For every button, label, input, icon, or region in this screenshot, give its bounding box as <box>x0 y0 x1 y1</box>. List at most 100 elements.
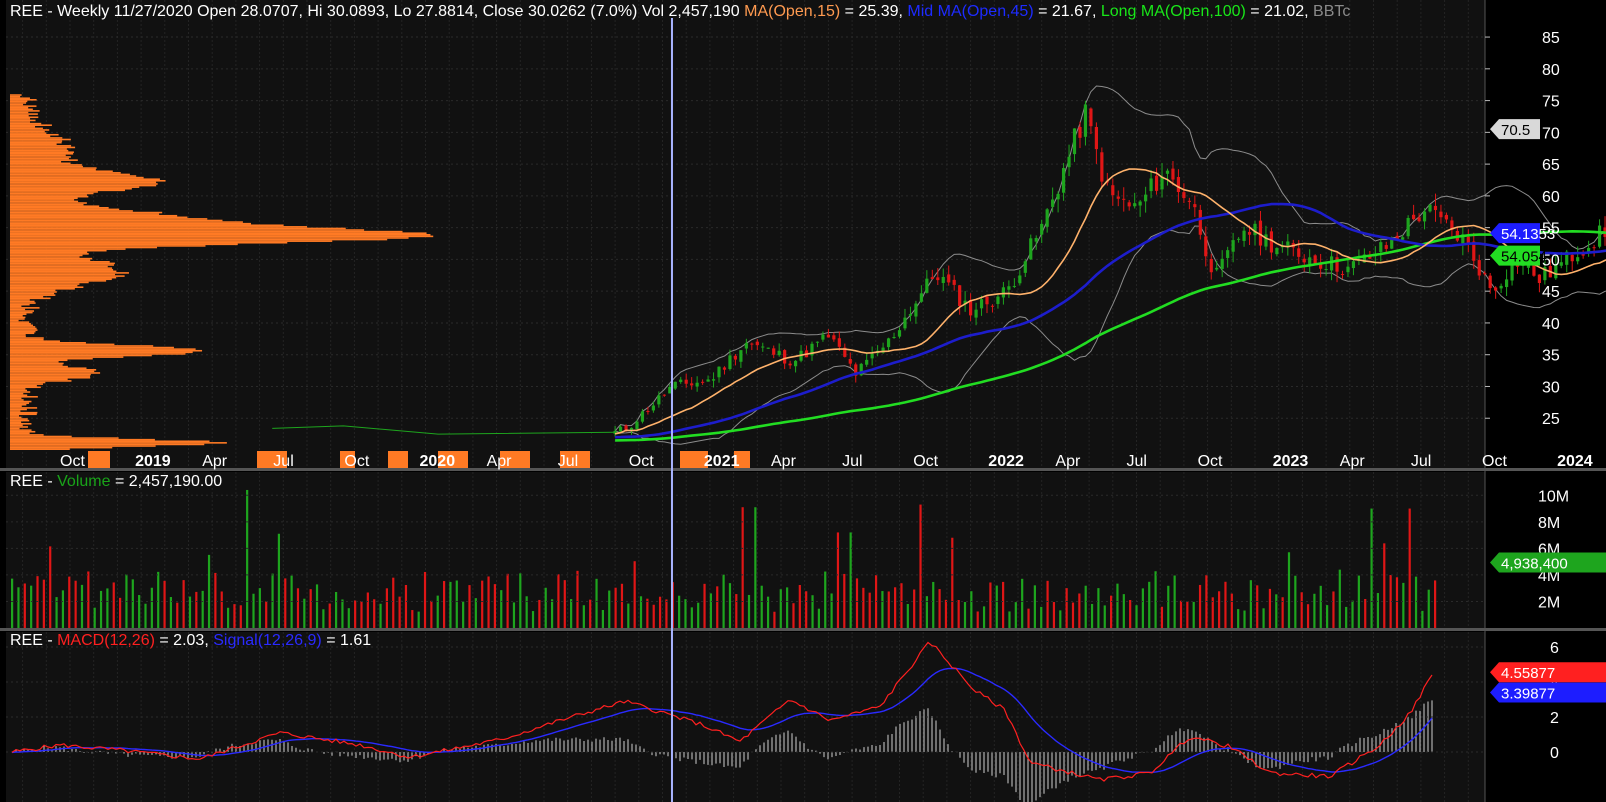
volume-bar <box>995 585 998 628</box>
volume-profile-bar <box>10 435 72 438</box>
candle-body <box>673 381 677 389</box>
volume-profile-bar <box>10 440 210 443</box>
volume-profile-bar <box>10 392 24 395</box>
volume-bar <box>798 584 801 628</box>
volume-profile-bar <box>10 105 37 107</box>
volume-bar <box>608 590 611 628</box>
candle-body <box>618 426 623 432</box>
stock-chart[interactable]: 2530354045505560657075808570.554.135354.… <box>0 0 1606 802</box>
candle-body <box>1264 234 1268 247</box>
volume-profile-bar <box>10 411 38 414</box>
candle-body <box>657 395 661 405</box>
candle-body <box>733 355 738 360</box>
volume-profile-bar <box>10 386 41 389</box>
candle-body <box>711 379 716 381</box>
volume-profile-bar <box>10 141 62 144</box>
x-tick-label: 2020 <box>420 453 456 470</box>
volume-bar <box>17 587 20 628</box>
candle-body <box>1329 256 1334 271</box>
volume-bar <box>1218 591 1221 628</box>
volume-profile-bar <box>10 437 119 439</box>
volume-profile-bar <box>10 322 31 325</box>
volume-bar <box>894 587 897 628</box>
volume-profile-bar <box>10 299 30 301</box>
candle-body <box>1313 255 1317 264</box>
volume-bar <box>951 537 954 628</box>
candle-body <box>1018 275 1022 284</box>
volume-profile-bar <box>10 162 71 165</box>
volume-tick-label: 2M <box>1538 594 1560 611</box>
volume-bar <box>1326 605 1329 628</box>
volume-bar <box>68 576 71 628</box>
x-tick-label: Oct <box>913 453 938 470</box>
candle-body <box>1083 104 1088 137</box>
volume-profile-bar <box>10 149 69 152</box>
volume-bar <box>265 601 268 628</box>
volume-bar <box>512 602 516 628</box>
volume-profile-bar <box>10 415 20 417</box>
volume-value: = 2,457,190.00 <box>114 473 223 490</box>
volume-bar <box>728 583 732 628</box>
x-tick-label: Jul <box>1411 453 1431 470</box>
volume-profile-bar <box>10 381 46 384</box>
volume-tick-label: 8M <box>1538 515 1560 532</box>
volume-bar <box>1230 593 1233 628</box>
volume-bar <box>735 594 738 628</box>
candle-body <box>1193 204 1197 208</box>
price-tick-label: 35 <box>1542 348 1560 365</box>
candle-body <box>1242 230 1246 241</box>
volume-profile-bar <box>10 119 36 122</box>
candle-body <box>1384 245 1388 249</box>
volume-bar <box>1256 585 1259 628</box>
candle-body <box>996 296 1000 304</box>
volume-profile-bar <box>10 372 101 374</box>
volume-bar <box>684 599 687 628</box>
volume-bar <box>303 598 306 628</box>
candle-body <box>1247 231 1252 235</box>
volume-profile-bar <box>10 118 31 120</box>
volume-bar <box>830 593 833 628</box>
volume-profile-bar <box>10 383 43 385</box>
candle-body <box>941 276 945 284</box>
volume-profile-bar <box>10 330 36 333</box>
volume-bar <box>887 591 890 628</box>
volume-profile-bar <box>10 100 28 103</box>
volume-profile-bar <box>10 191 98 193</box>
volume-profile-bar <box>10 148 67 150</box>
price-tick-label: 45 <box>1542 284 1560 301</box>
candle-body <box>783 350 787 364</box>
volume-profile-bar <box>10 399 24 401</box>
price-tick-label: 60 <box>1542 189 1560 206</box>
candle-body <box>1182 192 1186 199</box>
volume-bar <box>1383 543 1386 628</box>
volume-profile-bar <box>10 176 144 179</box>
candle-body <box>936 277 940 281</box>
volume-profile-bar <box>10 202 87 204</box>
candle-body <box>979 299 984 309</box>
volume-profile-bar <box>10 445 156 447</box>
volume-profile-bar <box>10 145 72 147</box>
volume-profile-bar <box>10 342 86 344</box>
candle-body <box>1302 258 1306 263</box>
price-tick-label: 65 <box>1542 157 1560 174</box>
candle-body <box>1072 128 1077 155</box>
candle-body <box>1220 258 1224 269</box>
volume-bar <box>824 571 827 628</box>
volume-profile-bar <box>10 211 163 214</box>
volume-bar <box>474 598 477 628</box>
candle-body <box>832 335 836 340</box>
volume-profile-bar <box>10 348 196 350</box>
volume-label: Volume <box>57 473 111 490</box>
volume-bar <box>315 584 319 628</box>
volume-bar <box>1052 602 1056 628</box>
volume-bar <box>1421 610 1424 628</box>
price-tick-label: 25 <box>1542 411 1560 428</box>
volume-bar <box>620 583 624 628</box>
volume-profile-bar <box>10 181 157 184</box>
volume-profile-bar <box>10 291 57 293</box>
volume-profile-bar <box>10 302 36 304</box>
volume-profile-bar <box>10 230 403 233</box>
volume-bar <box>455 580 458 628</box>
volume-profile-bar <box>10 410 21 412</box>
volume-bar <box>1160 606 1164 628</box>
